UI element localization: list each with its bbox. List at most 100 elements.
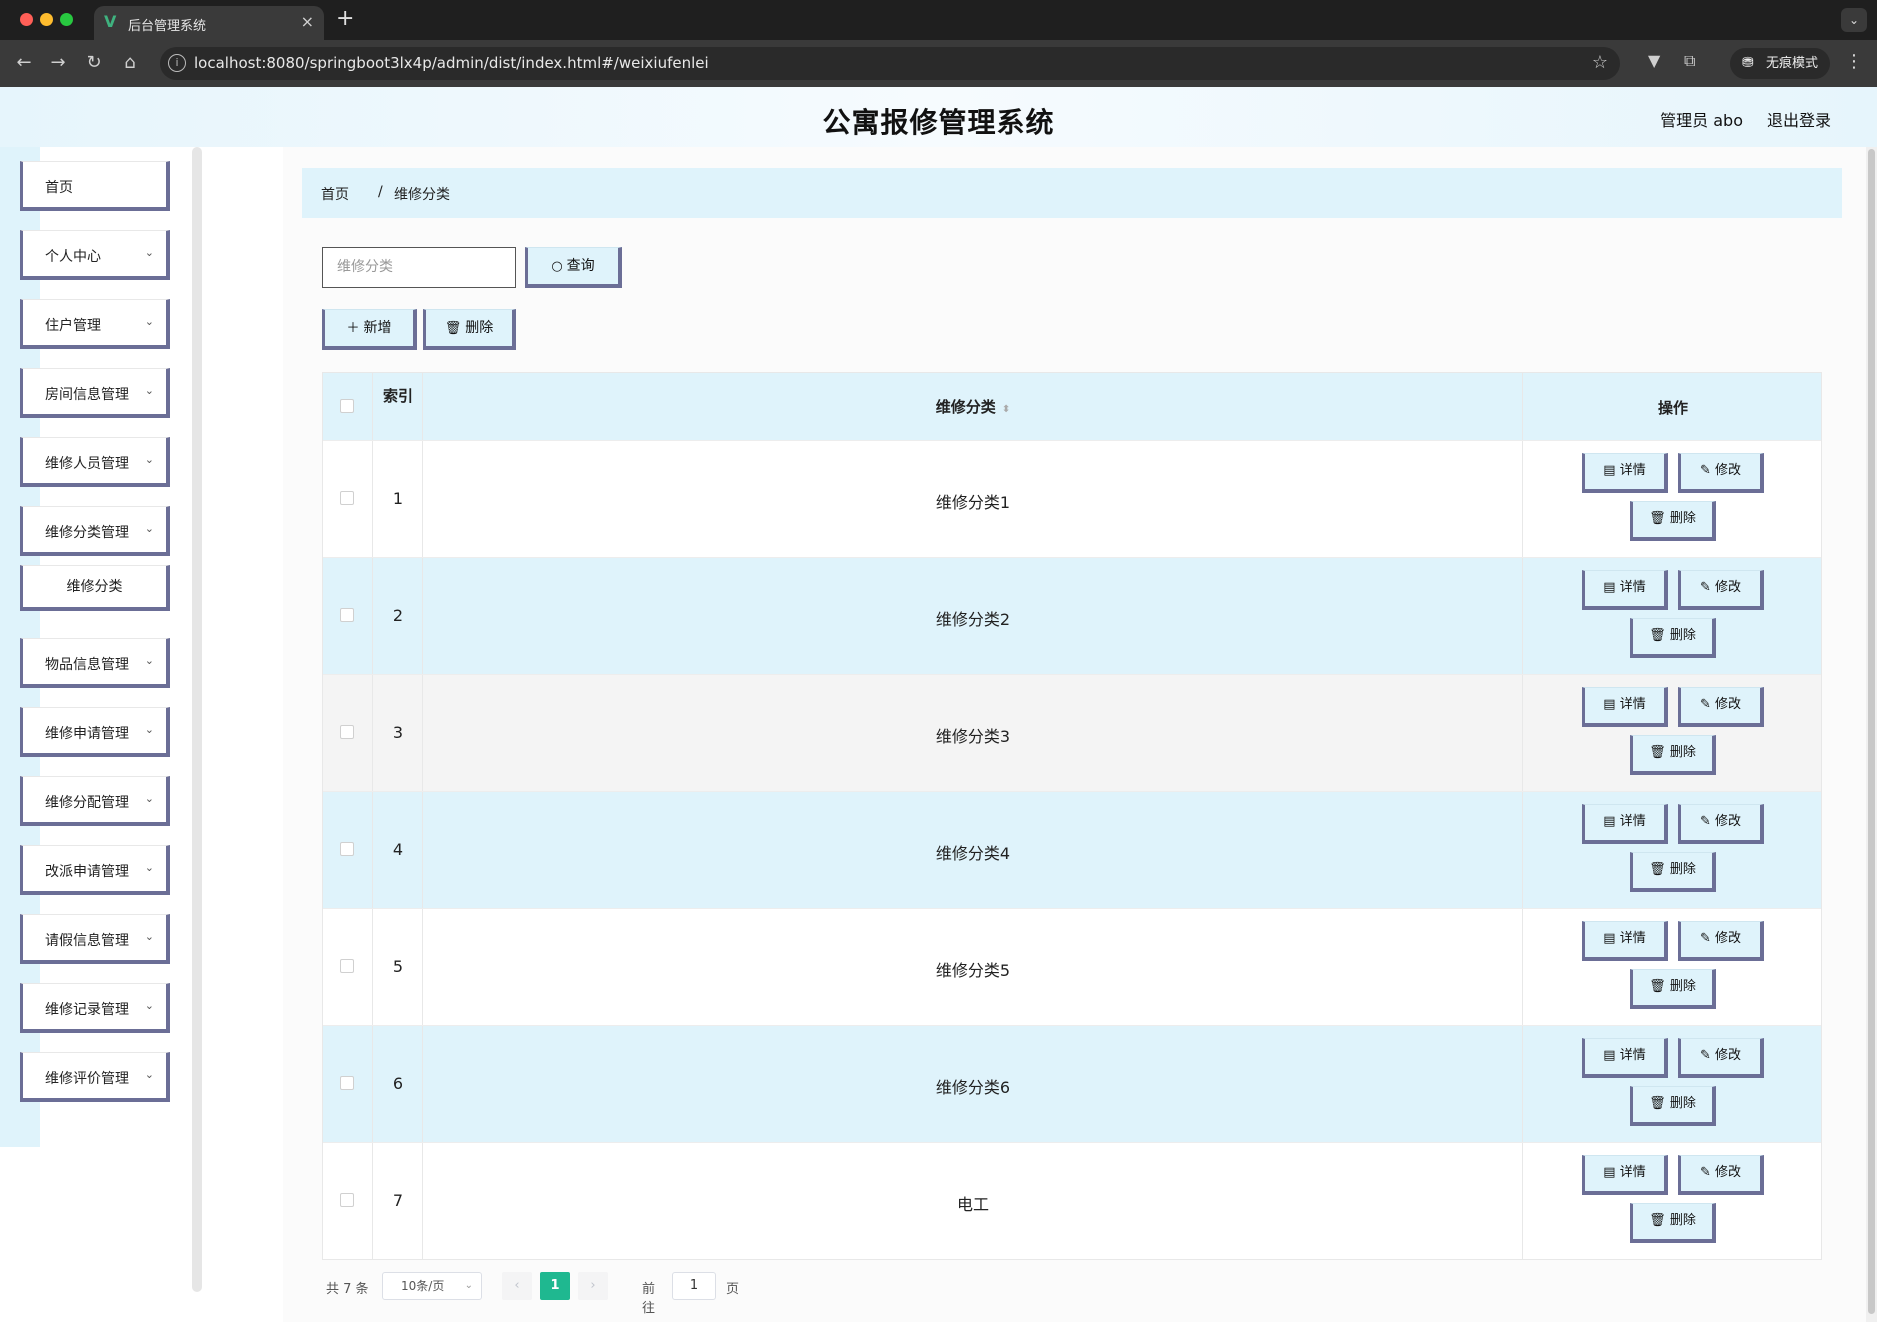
sidebar-item-repair-reviews[interactable]: 维修评价管理 ⌄ (20, 1052, 170, 1102)
detail-button[interactable]: ▤ 详情 (1582, 921, 1668, 961)
sidebar-item-rooms[interactable]: 房间信息管理 ⌄ (20, 368, 170, 418)
extension-v-icon[interactable]: ▼ (1648, 51, 1660, 70)
sidebar-item-reassign-requests[interactable]: 改派申请管理 ⌄ (20, 845, 170, 895)
table-row: 1 维修分类1 ▤ 详情 ✎ 修改 🗑 删除 (323, 440, 1821, 557)
delete-button[interactable]: 🗑 删除 (1630, 501, 1716, 541)
sidebar-item-repair-requests[interactable]: 维修申请管理 ⌄ (20, 707, 170, 757)
main-scrollbar[interactable] (1866, 147, 1877, 1322)
detail-button-label: 详情 (1619, 931, 1646, 946)
delete-button-label: 删除 (1669, 745, 1696, 760)
browser-menu-icon[interactable]: ⋮ (1845, 51, 1863, 72)
row-checkbox[interactable] (340, 842, 354, 856)
row-checkbox[interactable] (340, 1193, 354, 1207)
prev-page-button[interactable]: ‹ (502, 1272, 532, 1300)
column-header-ops: 操作 (1657, 399, 1688, 417)
delete-button[interactable]: 🗑 删除 (1630, 969, 1716, 1009)
sidebar-item-residents[interactable]: 住户管理 ⌄ (20, 299, 170, 349)
goto-page-input[interactable]: 1 (672, 1272, 716, 1300)
category-search-input[interactable]: 维修分类 (322, 247, 516, 288)
page-number-current[interactable]: 1 (540, 1272, 570, 1300)
edit-button-label: 修改 (1715, 814, 1742, 829)
incognito-icon: ⛃ (1742, 55, 1754, 71)
breadcrumb-home[interactable]: 首页 (321, 184, 349, 204)
edit-button[interactable]: ✎ 修改 (1678, 570, 1764, 610)
page-size-select[interactable]: 10条/页 ⌄ (382, 1272, 482, 1300)
sidebar-item-repair-category-mgmt[interactable]: 维修分类管理 ⌄ (20, 506, 170, 556)
edit-button[interactable]: ✎ 修改 (1678, 687, 1764, 727)
row-category-name: 维修分类4 (935, 844, 1011, 863)
next-page-button[interactable]: › (578, 1272, 608, 1300)
forward-arrow-icon[interactable]: → (46, 51, 70, 75)
close-window-button[interactable] (20, 13, 33, 26)
row-checkbox[interactable] (340, 959, 354, 973)
pencil-icon: ✎ (1699, 580, 1715, 595)
delete-button[interactable]: 🗑 删除 (1630, 852, 1716, 892)
incognito-badge[interactable]: ⛃ 无痕模式 (1730, 48, 1830, 79)
delete-button[interactable]: 🗑 删除 (1630, 1203, 1716, 1243)
sidebar-item-home[interactable]: 首页 (20, 161, 170, 211)
delete-button[interactable]: 🗑 删除 (1630, 1086, 1716, 1126)
add-button[interactable]: ＋新增 (322, 309, 417, 350)
sidebar-item-repair-records[interactable]: 维修记录管理 ⌄ (20, 983, 170, 1033)
batch-delete-button[interactable]: 🗑 删除 (423, 309, 516, 350)
edit-button-label: 修改 (1715, 931, 1742, 946)
detail-button[interactable]: ▤ 详情 (1582, 453, 1668, 493)
table-body: 1 维修分类1 ▤ 详情 ✎ 修改 🗑 删除 2 维修分类2 ▤ 详情 ✎ 修改 🗑 删除 3 维修分… (323, 440, 1821, 1259)
select-all-checkbox[interactable] (340, 399, 354, 413)
column-header-name[interactable]: 维修分类 ⬍ (423, 396, 1523, 417)
edit-button[interactable]: ✎ 修改 (1678, 804, 1764, 844)
home-icon[interactable]: ⌂ (118, 51, 142, 75)
sidebar-subitem-repair-category[interactable]: 维修分类 (20, 565, 170, 611)
row-checkbox[interactable] (340, 1076, 354, 1090)
sidebar-scrollbar[interactable] (192, 147, 202, 1292)
detail-button-label: 详情 (1619, 580, 1646, 595)
main-content: 首页 / 维修分类 维修分类 ○ 查询 ＋新增 🗑 删除 索引 维修分类 ⬍ 操作 1… (283, 147, 1866, 1322)
logout-link[interactable]: 退出登录 (1767, 107, 1831, 131)
query-button[interactable]: ○ 查询 (525, 247, 622, 288)
edit-button[interactable]: ✎ 修改 (1678, 921, 1764, 961)
detail-button[interactable]: ▤ 详情 (1582, 1155, 1668, 1195)
detail-button-label: 详情 (1619, 1165, 1646, 1180)
edit-button[interactable]: ✎ 修改 (1678, 453, 1764, 493)
detail-button[interactable]: ▤ 详情 (1582, 804, 1668, 844)
sidebar-item-items[interactable]: 物品信息管理 ⌄ (20, 638, 170, 688)
tab-search-chevron-icon[interactable]: ⌄ (1841, 8, 1867, 32)
new-tab-icon[interactable]: + (336, 6, 354, 31)
maximize-window-button[interactable] (60, 13, 73, 26)
extensions-puzzle-icon[interactable]: ⧉ (1684, 51, 1695, 71)
browser-tab[interactable]: V 后台管理系统 × (94, 6, 324, 40)
sidebar-item-leave[interactable]: 请假信息管理 ⌄ (20, 914, 170, 964)
sidebar-item-personal-center[interactable]: 个人中心 ⌄ (20, 230, 170, 280)
sidebar-item-repair-assignment[interactable]: 维修分配管理 ⌄ (20, 776, 170, 826)
tab-close-icon[interactable]: × (301, 12, 314, 31)
chevron-down-icon: ⌄ (144, 522, 154, 535)
document-icon: ▤ (1603, 580, 1620, 595)
delete-button-label: 删除 (1669, 1096, 1696, 1111)
bookmark-star-icon[interactable]: ☆ (1592, 52, 1608, 73)
main-scrollbar-thumb[interactable] (1868, 149, 1875, 1314)
edit-button[interactable]: ✎ 修改 (1678, 1155, 1764, 1195)
minimize-window-button[interactable] (40, 13, 53, 26)
table-row: 2 维修分类2 ▤ 详情 ✎ 修改 🗑 删除 (323, 557, 1821, 674)
delete-button[interactable]: 🗑 删除 (1630, 735, 1716, 775)
detail-button[interactable]: ▤ 详情 (1582, 1038, 1668, 1078)
sort-icon[interactable]: ⬍ (1002, 404, 1010, 415)
site-info-icon[interactable]: i (168, 54, 186, 72)
detail-button[interactable]: ▤ 详情 (1582, 570, 1668, 610)
address-bar[interactable]: i localhost:8080/springboot3lx4p/admin/d… (160, 47, 1620, 80)
row-checkbox[interactable] (340, 491, 354, 505)
detail-button-label: 详情 (1619, 463, 1646, 478)
sidebar-item-repair-staff[interactable]: 维修人员管理 ⌄ (20, 437, 170, 487)
trash-icon: 🗑 (1649, 862, 1670, 877)
edit-button[interactable]: ✎ 修改 (1678, 1038, 1764, 1078)
back-arrow-icon[interactable]: ← (12, 51, 36, 75)
delete-button[interactable]: 🗑 删除 (1630, 618, 1716, 658)
vue-logo-icon: V (104, 12, 117, 31)
row-checkbox[interactable] (340, 725, 354, 739)
chevron-down-icon: ⌄ (144, 930, 154, 943)
detail-button[interactable]: ▤ 详情 (1582, 687, 1668, 727)
sidebar-item-label: 请假信息管理 (45, 933, 129, 949)
row-checkbox[interactable] (340, 608, 354, 622)
reload-icon[interactable]: ↻ (82, 51, 106, 75)
sidebar-item-label: 房间信息管理 (45, 387, 129, 403)
